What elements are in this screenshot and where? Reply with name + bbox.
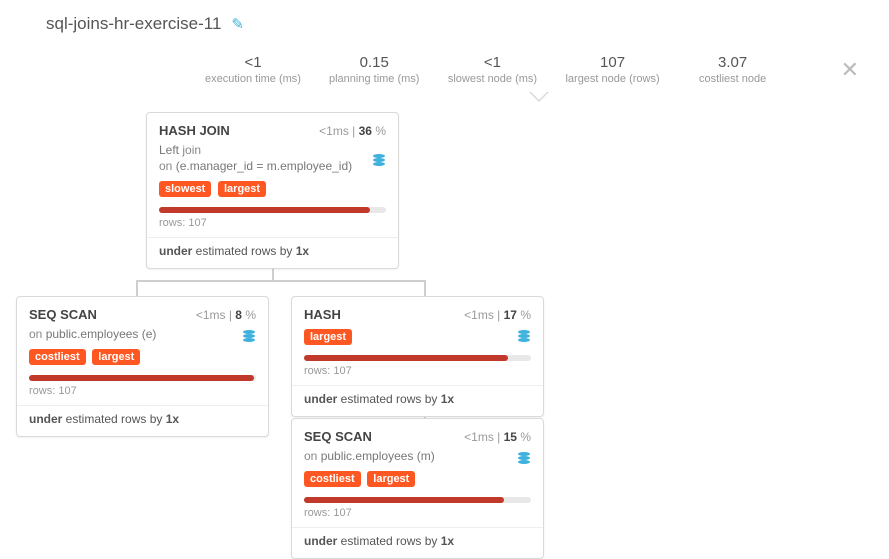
stats-bar: <1 execution time (ms) 0.15 planning tim…: [205, 54, 859, 85]
stat-label: costliest node: [688, 73, 778, 85]
page-title: sql-joins-hr-exercise-11: [46, 14, 221, 34]
rows-label: rows: 107: [304, 365, 531, 377]
node-metrics: <1ms | 15 %: [464, 430, 531, 444]
node-name: HASH JOIN: [159, 123, 230, 138]
connector: [136, 280, 138, 296]
rows-label: rows: 107: [304, 507, 531, 519]
progress-bar: [159, 207, 386, 213]
node-detail: on public.employees (m): [304, 448, 531, 464]
plan-tree: HASH JOIN <1ms | 36 % Left join on (e.ma…: [16, 112, 889, 559]
stat-slowest-node: <1 slowest node (ms): [447, 54, 537, 85]
node-hash[interactable]: HASH <1ms | 17 % largest rows: 107 under…: [291, 296, 544, 417]
stat-label: largest node (rows): [565, 73, 659, 85]
node-tags: costliest largest: [29, 348, 256, 365]
node-tags: costliest largest: [304, 470, 531, 487]
connector: [136, 280, 426, 282]
rows-label: rows: 107: [159, 217, 386, 229]
stat-label: slowest node (ms): [447, 73, 537, 85]
database-icon: [517, 451, 531, 468]
tag-costliest: costliest: [304, 471, 361, 487]
node-metrics: <1ms | 8 %: [196, 308, 256, 322]
database-icon: [372, 153, 386, 170]
stat-largest-node: 107 largest node (rows): [565, 54, 659, 85]
estimate-text: under estimated rows by 1x: [304, 392, 531, 406]
progress-bar: [304, 355, 531, 361]
progress-bar: [304, 497, 531, 503]
node-hash-join[interactable]: HASH JOIN <1ms | 36 % Left join on (e.ma…: [146, 112, 399, 269]
node-tags: largest: [304, 328, 531, 345]
progress-bar: [29, 375, 256, 381]
estimate-text: under estimated rows by 1x: [159, 244, 386, 258]
stat-value: 107: [565, 54, 659, 71]
tag-slowest: slowest: [159, 181, 211, 197]
stat-costliest-node: 3.07 costliest node: [688, 54, 778, 85]
connector: [424, 280, 426, 296]
pointer-icon: [529, 92, 549, 102]
stat-value: 0.15: [329, 54, 419, 71]
estimate-text: under estimated rows by 1x: [304, 534, 531, 548]
edit-icon[interactable]: ✎: [231, 15, 244, 33]
node-tags: slowest largest: [159, 180, 386, 197]
node-detail: on public.employees (e): [29, 326, 256, 342]
tag-largest: largest: [92, 349, 140, 365]
stat-planning-time: 0.15 planning time (ms): [329, 54, 419, 85]
node-seq-scan-m[interactable]: SEQ SCAN <1ms | 15 % on public.employees…: [291, 418, 544, 559]
tag-costliest: costliest: [29, 349, 86, 365]
close-icon[interactable]: ✕: [841, 57, 859, 83]
stat-value: 3.07: [688, 54, 778, 71]
rows-label: rows: 107: [29, 385, 256, 397]
node-name: SEQ SCAN: [304, 429, 372, 444]
stat-label: planning time (ms): [329, 73, 419, 85]
stat-execution-time: <1 execution time (ms): [205, 54, 301, 85]
database-icon: [242, 329, 256, 346]
stat-value: <1: [447, 54, 537, 71]
node-seq-scan-e[interactable]: SEQ SCAN <1ms | 8 % on public.employees …: [16, 296, 269, 437]
node-name: HASH: [304, 307, 341, 322]
tag-largest: largest: [304, 329, 352, 345]
node-name: SEQ SCAN: [29, 307, 97, 322]
node-detail: Left join on (e.manager_id = m.employee_…: [159, 142, 386, 174]
tag-largest: largest: [218, 181, 266, 197]
node-metrics: <1ms | 17 %: [464, 308, 531, 322]
tag-largest: largest: [367, 471, 415, 487]
estimate-text: under estimated rows by 1x: [29, 412, 256, 426]
stat-value: <1: [205, 54, 301, 71]
database-icon: [517, 329, 531, 346]
node-metrics: <1ms | 36 %: [319, 124, 386, 138]
stat-label: execution time (ms): [205, 73, 301, 85]
